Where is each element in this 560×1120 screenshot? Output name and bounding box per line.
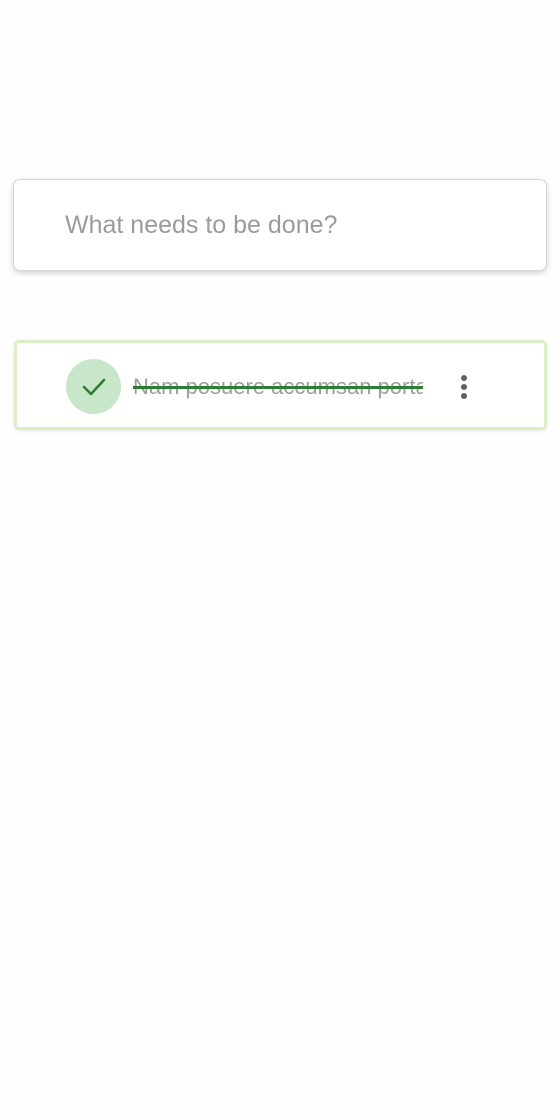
todo-item: Nam posuere accumsan porta: [14, 340, 547, 430]
more-vertical-icon-dot: [461, 393, 467, 399]
more-vertical-icon: [461, 375, 467, 381]
more-options-button[interactable]: [449, 369, 479, 405]
check-icon: [82, 378, 105, 395]
more-vertical-icon-dot: [461, 384, 467, 390]
new-todo-container: [13, 179, 547, 271]
todo-label: Nam posuere accumsan porta: [133, 374, 423, 399]
toggle-complete-button[interactable]: [66, 359, 121, 414]
new-todo-input[interactable]: [65, 180, 525, 270]
